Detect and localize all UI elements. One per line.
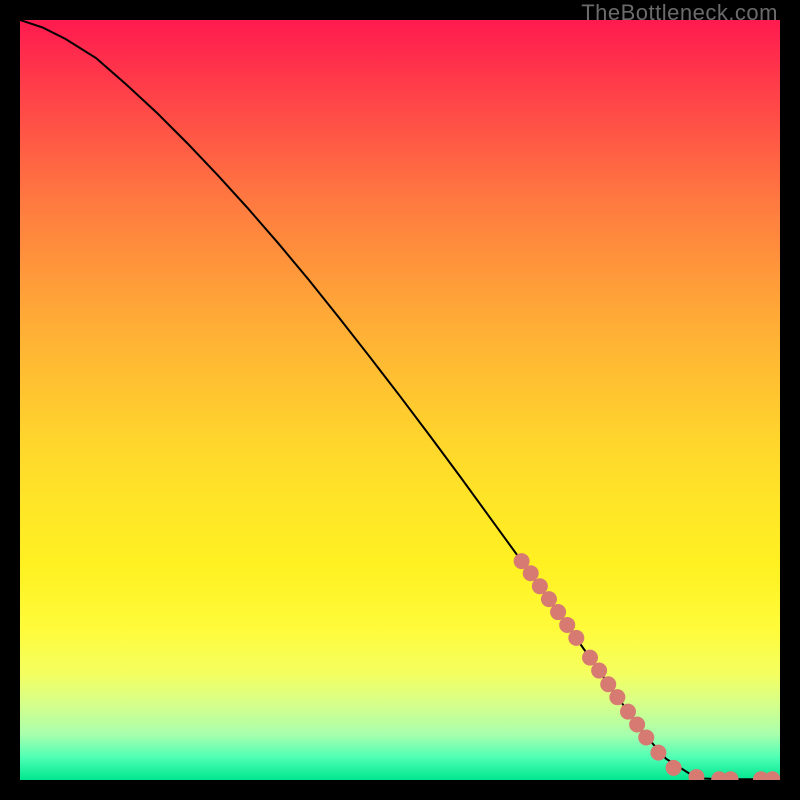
data-dot [620,704,636,720]
curve-line [20,20,780,779]
data-dot [600,676,616,692]
data-dot [541,591,557,607]
data-dot [629,717,645,733]
data-dot [591,663,607,679]
data-dot [688,769,704,780]
data-dot [550,604,566,620]
data-dot [764,771,780,780]
data-dot [609,689,625,705]
plot-area [20,20,780,780]
chart-stage: TheBottleneck.com [0,0,800,800]
data-dot [650,745,666,761]
data-dot [523,565,539,581]
data-dot [559,617,575,633]
data-dot [568,630,584,646]
chart-svg [20,20,780,780]
data-dot [532,578,548,594]
dot-layer [514,553,780,780]
data-dot [638,729,654,745]
watermark-text: TheBottleneck.com [581,0,778,26]
data-dot [582,650,598,666]
data-dot [666,760,682,776]
data-dot [723,771,739,780]
